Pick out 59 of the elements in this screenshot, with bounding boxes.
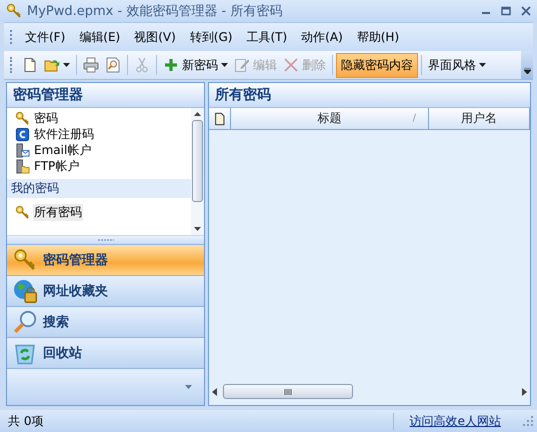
print-preview-icon xyxy=(105,57,121,73)
search-icon xyxy=(13,310,37,334)
delete-icon xyxy=(283,57,299,73)
dropdown-caret-icon[interactable] xyxy=(479,63,486,67)
maximize-icon[interactable] xyxy=(501,6,511,16)
menu-item[interactable]: 转到(G) xyxy=(186,26,236,48)
nav-button[interactable]: 回收站 xyxy=(7,337,204,368)
window-title: MyPwd.epmx - 效能密码管理器 - 所有密码 xyxy=(27,3,284,20)
nav-button[interactable]: 搜索 xyxy=(7,306,204,337)
open-folder-icon xyxy=(44,57,60,73)
scroll-left-icon[interactable] xyxy=(211,386,219,396)
key-icon xyxy=(13,248,37,272)
theme-menu-button[interactable]: 界面风格 xyxy=(425,54,479,76)
overflow-icon[interactable] xyxy=(524,68,530,74)
column-header[interactable]: 标题 / xyxy=(231,108,429,129)
hide-passwords-toggle[interactable]: 隐藏密码内容 xyxy=(336,52,418,78)
vertical-scrollbar[interactable] xyxy=(191,108,204,235)
resize-grip-icon[interactable] xyxy=(523,416,533,426)
new-document-icon xyxy=(22,57,38,73)
nav-button[interactable]: 网址收藏夹 xyxy=(7,275,204,306)
more-caret-icon[interactable] xyxy=(185,385,192,389)
nav-button[interactable]: 密码管理器 xyxy=(7,244,204,275)
card-icon xyxy=(15,127,30,142)
menu-item[interactable]: 文件(F) xyxy=(21,26,70,48)
scissors-icon xyxy=(134,57,150,73)
menu-item[interactable]: 动作(A) xyxy=(297,26,347,48)
horizontal-scrollbar[interactable] xyxy=(211,382,528,401)
dropdown-caret-icon[interactable] xyxy=(221,63,228,67)
tree-item[interactable]: 密码 xyxy=(33,110,59,127)
grip-icon[interactable] xyxy=(284,388,292,394)
scroll-right-icon[interactable] xyxy=(520,386,528,396)
menu-item[interactable]: 视图(V) xyxy=(130,26,180,48)
item-count: 共 0项 xyxy=(8,412,44,430)
tree-item[interactable]: FTP帐户 xyxy=(33,158,80,175)
tree-item[interactable]: Email帐户 xyxy=(33,142,92,159)
new-password-button[interactable]: 新密码 xyxy=(160,54,221,76)
app-key-icon xyxy=(6,3,22,19)
server-folder-icon xyxy=(15,159,30,174)
website-link[interactable]: 访问高效e人网站 xyxy=(392,412,517,430)
server-mail-icon xyxy=(15,143,30,158)
group-header: 我的密码 xyxy=(7,179,191,198)
key-icon xyxy=(15,204,30,220)
pencil-icon xyxy=(234,57,250,73)
dropdown-caret-icon[interactable] xyxy=(63,63,70,67)
plus-icon xyxy=(163,57,179,73)
print-icon xyxy=(83,57,99,73)
tree-item[interactable]: 所有密码 xyxy=(33,204,83,220)
pane-title: 密码管理器 xyxy=(7,83,204,108)
key-icon xyxy=(15,111,30,126)
menu-item[interactable]: 编辑(E) xyxy=(75,26,124,48)
tree-item[interactable]: 软件注册码 xyxy=(33,126,95,143)
globe-lock-icon xyxy=(13,279,37,303)
menu-item[interactable]: 帮助(H) xyxy=(352,26,404,48)
list-title: 所有密码 xyxy=(209,83,530,108)
close-icon[interactable] xyxy=(521,6,531,16)
menu-item[interactable]: 工具(T) xyxy=(242,26,292,48)
document-icon xyxy=(212,112,226,126)
column-header[interactable]: 用户名 xyxy=(429,108,530,129)
sort-indicator: / xyxy=(412,113,416,124)
